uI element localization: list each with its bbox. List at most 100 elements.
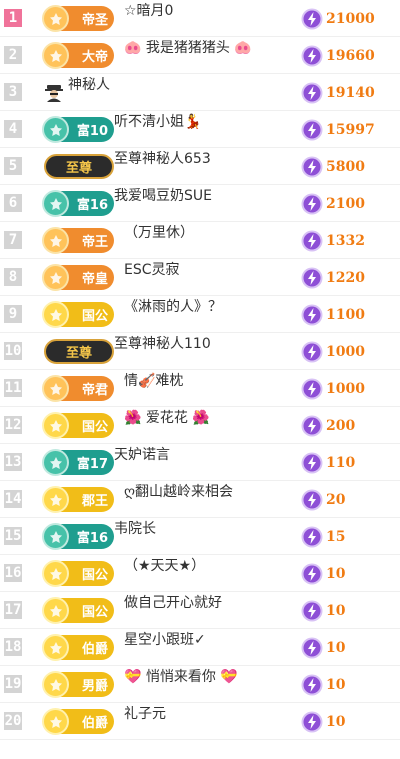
level-badge: 富17 [42, 449, 114, 476]
lightning-coin-icon [301, 526, 326, 548]
rank-number: 9 [4, 305, 22, 323]
level-badge: 富16 [42, 190, 114, 217]
leaderboard-row[interactable]: 4 富10 听不清小姐💃 15997 [0, 111, 400, 148]
level-emblem-icon [42, 486, 69, 513]
leaderboard-row[interactable]: 18 伯爵 星空小跟班✓ 10 [0, 629, 400, 666]
rank-number: 4 [4, 120, 22, 138]
user-name[interactable]: ღ翻山越岭来相会 [124, 481, 233, 518]
leaderboard-row[interactable]: 13 富17 天妒诺言 110 [0, 444, 400, 481]
user-name[interactable]: 听不清小姐💃 [114, 111, 201, 148]
level-emblem-icon [42, 264, 69, 291]
leaderboard-row[interactable]: 5 至尊 至尊神秘人653 5800 [0, 148, 400, 185]
contribution-amount: 110 [301, 451, 355, 475]
level-emblem-icon [42, 190, 69, 217]
vip-badge: 至尊 [44, 154, 114, 179]
user-name[interactable]: （★天天★） [124, 555, 205, 592]
user-name[interactable]: 天妒诺言 [114, 444, 170, 481]
badge-label: 伯爵 [81, 642, 108, 657]
level-badge: 国公 [42, 412, 114, 439]
amount-value: 19140 [326, 85, 375, 101]
user-name[interactable]: 情🎻难枕 [124, 370, 183, 407]
leaderboard-row[interactable]: 2 大帝 🐽 我是猪猪猪头 🐽 19660 [0, 37, 400, 74]
badge-label: 男爵 [81, 679, 108, 694]
contribution-amount: 2100 [301, 192, 365, 216]
lightning-coin-icon [301, 452, 326, 474]
rank-number: 8 [4, 268, 22, 286]
level-emblem-icon [42, 412, 69, 439]
level-emblem-icon [42, 42, 69, 69]
amount-value: 5800 [326, 159, 365, 175]
rank-number: 2 [4, 46, 22, 64]
leaderboard-row[interactable]: 3 神秘人 19140 [0, 74, 400, 111]
lightning-coin-icon [301, 341, 326, 363]
leaderboard-row[interactable]: 9 国公 《淋雨的人》？ 1100 [0, 296, 400, 333]
badge-label: 国公 [81, 605, 108, 620]
user-name[interactable]: 🐽 我是猪猪猪头 🐽 [124, 37, 252, 74]
lightning-coin-icon [301, 711, 326, 733]
amount-value: 1332 [326, 233, 365, 249]
badge-label: 帝皇 [81, 272, 108, 287]
level-badge: 富10 [42, 116, 114, 143]
leaderboard-row[interactable]: 17 国公 做自己开心就好 10 [0, 592, 400, 629]
leaderboard-row[interactable]: 7 帝王 （万里休） 1332 [0, 222, 400, 259]
leaderboard-row[interactable]: 15 富16 韦院长 15 [0, 518, 400, 555]
leaderboard-row[interactable]: 14 郡王 ღ翻山越岭来相会 20 [0, 481, 400, 518]
user-name[interactable]: 神秘人 [68, 74, 110, 111]
leaderboard-row[interactable]: 1 帝圣 ☆暗月0 21000 [0, 0, 400, 37]
rank-number: 10 [4, 342, 22, 360]
contribution-amount: 200 [301, 414, 355, 438]
amount-value: 19660 [326, 48, 375, 64]
user-name[interactable]: 星空小跟班✓ [124, 629, 206, 666]
leaderboard-row[interactable]: 11 帝君 情🎻难枕 1000 [0, 370, 400, 407]
leaderboard-row[interactable]: 6 富16 我爱喝豆奶SUE 2100 [0, 185, 400, 222]
user-name[interactable]: 🌺 爱花花 🌺 [124, 407, 210, 444]
amount-value: 1000 [326, 344, 365, 360]
lightning-coin-icon [301, 8, 326, 30]
rank-number: 6 [4, 194, 22, 212]
anonymous-spy-icon [44, 82, 64, 106]
lightning-coin-icon [301, 600, 326, 622]
user-name[interactable]: 至尊神秘人110 [114, 333, 211, 370]
level-emblem-icon [42, 597, 69, 624]
level-badge: 伯爵 [42, 634, 114, 661]
level-badge: 大帝 [42, 42, 114, 69]
amount-value: 10 [326, 566, 346, 582]
badge-label: 帝王 [81, 235, 108, 250]
amount-value: 200 [326, 418, 356, 434]
user-name[interactable]: ☆暗月0 [124, 0, 173, 37]
leaderboard-row[interactable]: 16 国公 （★天天★） 10 [0, 555, 400, 592]
leaderboard-row[interactable]: 20 伯爵 礼子元 10 [0, 703, 400, 740]
contribution-amount: 10 [301, 710, 345, 734]
rank-number: 13 [4, 453, 22, 471]
lightning-coin-icon [301, 230, 326, 252]
lightning-coin-icon [301, 637, 326, 659]
amount-value: 10 [326, 714, 346, 730]
amount-value: 1220 [326, 270, 365, 286]
amount-value: 15997 [326, 122, 375, 138]
user-name[interactable]: 至尊神秘人653 [114, 148, 211, 185]
leaderboard-row[interactable]: 8 帝皇 ESC灵寂 1220 [0, 259, 400, 296]
contribution-amount: 19660 [301, 44, 375, 68]
lightning-coin-icon [301, 267, 326, 289]
user-name[interactable]: 💝 悄悄来看你 💝 [124, 666, 238, 703]
user-name[interactable]: ESC灵寂 [124, 259, 180, 296]
level-emblem-icon [42, 301, 69, 328]
user-name[interactable]: 礼子元 [124, 703, 166, 740]
rank-number: 11 [4, 379, 22, 397]
leaderboard-row[interactable]: 19 男爵 💝 悄悄来看你 💝 10 [0, 666, 400, 703]
badge-label: 国公 [81, 309, 108, 324]
user-name[interactable]: 韦院长 [114, 518, 156, 555]
level-badge: 帝王 [42, 227, 114, 254]
user-name[interactable]: 我爱喝豆奶SUE [114, 185, 212, 222]
lightning-coin-icon [301, 563, 326, 585]
leaderboard-row[interactable]: 12 国公 🌺 爱花花 🌺 200 [0, 407, 400, 444]
level-emblem-icon [42, 560, 69, 587]
contribution-amount: 15997 [301, 118, 375, 142]
user-name[interactable]: 做自己开心就好 [124, 592, 222, 629]
vip-badge: 至尊 [44, 339, 114, 364]
user-name[interactable]: 《淋雨的人》？ [124, 296, 222, 333]
leaderboard-row[interactable]: 10 至尊 至尊神秘人110 1000 [0, 333, 400, 370]
user-name[interactable]: （万里休） [124, 222, 194, 259]
badge-label: 至尊 [65, 161, 92, 176]
contribution-amount: 1000 [301, 377, 365, 401]
